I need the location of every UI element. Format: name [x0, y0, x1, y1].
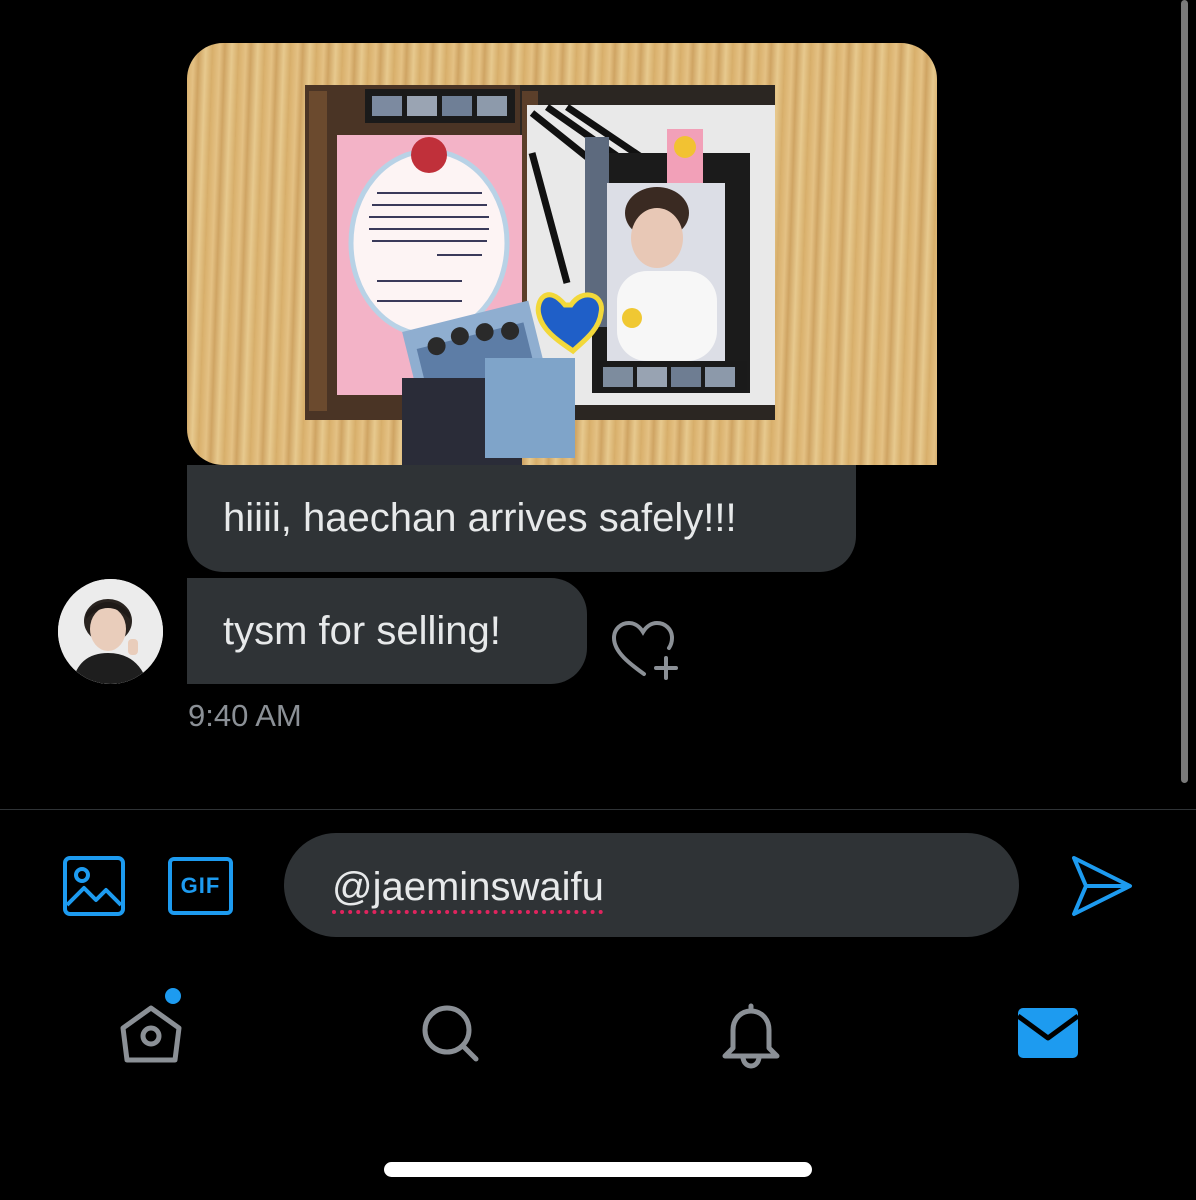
tab-home[interactable]	[115, 1000, 187, 1072]
gif-label: GIF	[180, 873, 221, 898]
divider	[0, 809, 1196, 810]
tab-messages[interactable]	[1012, 1000, 1084, 1072]
search-icon	[422, 1005, 479, 1062]
avatar[interactable]	[58, 579, 163, 684]
message-text: tysm for selling!	[223, 609, 501, 653]
image-icon	[63, 856, 125, 916]
home-indicator	[384, 1162, 812, 1177]
photo-attachment[interactable]	[187, 43, 937, 465]
notification-dot	[165, 988, 181, 1004]
message-bubble[interactable]: hiiii, haechan arrives safely!!!	[187, 465, 856, 572]
tab-search[interactable]	[414, 1000, 486, 1072]
tab-notifications[interactable]	[715, 1000, 787, 1072]
message-bubble[interactable]: tysm for selling!	[187, 578, 587, 684]
scrollbar[interactable]	[1181, 0, 1188, 783]
message-text: hiiii, haechan arrives safely!!!	[223, 496, 737, 540]
add-gif-button[interactable]: GIF	[168, 857, 233, 915]
home-icon	[120, 1005, 182, 1063]
send-icon	[1072, 856, 1132, 916]
bell-icon	[722, 1003, 780, 1069]
add-reaction-heart-icon[interactable]	[610, 620, 680, 680]
send-button[interactable]	[1068, 854, 1134, 918]
message-input[interactable]: @jaeminswaifu	[284, 833, 1019, 937]
message-input-text: @jaeminswaifu	[332, 865, 604, 909]
add-image-button[interactable]	[62, 855, 126, 917]
message-timestamp: 9:40 AM	[188, 698, 302, 733]
mail-icon	[1016, 1008, 1080, 1058]
